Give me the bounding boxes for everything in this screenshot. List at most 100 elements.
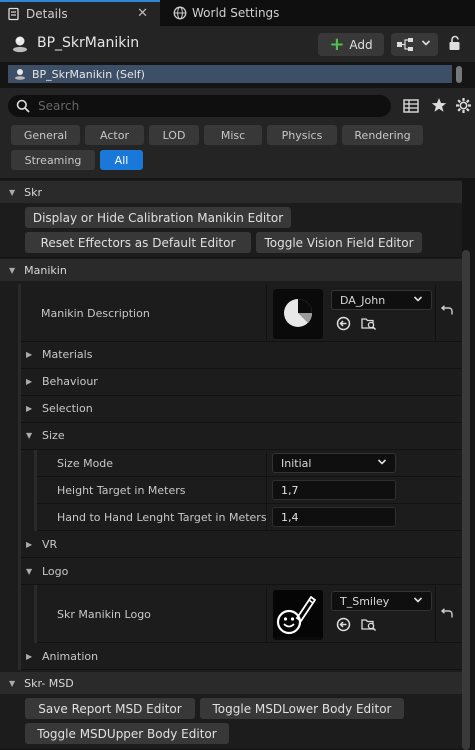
property-label: Hand to Hand Lenght Target in Meters — [57, 511, 267, 524]
column-divider — [435, 586, 436, 643]
add-button[interactable]: + Add — [318, 33, 384, 56]
expanded-arrow-icon: ▼ — [26, 567, 33, 576]
asset-picker-combo[interactable]: DA_John — [331, 290, 432, 310]
tab-details[interactable]: Details ✕ — [0, 0, 160, 26]
column-divider[interactable] — [266, 284, 267, 342]
filter-general[interactable]: General — [11, 125, 80, 145]
property-row — [21, 424, 462, 450]
column-divider[interactable] — [266, 586, 267, 643]
chevron-down-icon — [421, 38, 431, 51]
reset-effectors-button[interactable]: Reset Effectors as Default Editor — [25, 232, 251, 253]
category-animation[interactable]: ▶ Animation — [26, 650, 98, 663]
collapsed-arrow-icon: ▶ — [26, 350, 33, 359]
globe-icon — [173, 6, 187, 20]
category-label: Size — [42, 429, 65, 442]
reset-to-default-icon[interactable] — [440, 608, 453, 623]
table-view-icon[interactable] — [403, 98, 419, 117]
collapsed-arrow-icon: ▶ — [26, 404, 33, 413]
filter-all[interactable]: All — [100, 150, 143, 170]
expanded-arrow-icon: ▼ — [9, 265, 16, 275]
property-row — [21, 559, 462, 585]
column-divider — [435, 284, 436, 342]
property-label: Manikin Description — [41, 307, 150, 320]
search-input[interactable]: Search — [8, 95, 391, 117]
panel-scrollbar[interactable] — [462, 250, 470, 750]
filter-misc[interactable]: Misc — [204, 125, 262, 145]
display-calibration-manikin-button[interactable]: Display or Hide Calibration Manikin Edit… — [25, 207, 291, 228]
size-mode-value: Initial — [281, 456, 312, 470]
tab-world-settings[interactable]: World Settings — [166, 0, 306, 26]
chevron-down-icon — [377, 457, 387, 470]
asset-thumbnail[interactable] — [273, 590, 323, 640]
tree-scrollbar[interactable] — [456, 66, 462, 83]
category-manikin[interactable]: ▼ Manikin — [0, 259, 462, 281]
toggle-msd-upper-body-button[interactable]: Toggle MSDUpper Body Editor — [25, 723, 229, 744]
category-skr-msd[interactable]: ▼ Skr- MSD — [0, 672, 462, 694]
page-title: BP_SkrManikin — [37, 35, 140, 51]
chevron-down-icon — [413, 294, 423, 307]
category-label: Materials — [42, 348, 93, 361]
chevron-down-icon — [413, 595, 423, 608]
collapsed-arrow-icon: ▶ — [26, 652, 33, 661]
height-target-field[interactable]: 1,7 — [272, 480, 396, 500]
tab-details-label: Details — [26, 7, 68, 21]
category-title: Skr- MSD — [24, 676, 74, 690]
asset-thumbnail[interactable] — [273, 289, 323, 339]
collapsed-arrow-icon: ▶ — [26, 540, 33, 549]
category-label: Selection — [42, 402, 93, 415]
asset-picker-value: T_Smiley — [340, 594, 390, 608]
component-tree-root[interactable]: BP_SkrManikin (Self) — [8, 65, 452, 83]
property-label: Skr Manikin Logo — [57, 608, 151, 621]
filter-rendering[interactable]: Rendering — [342, 125, 423, 145]
toggle-vision-field-button[interactable]: Toggle Vision Field Editor — [256, 232, 422, 253]
category-title: Manikin — [24, 263, 67, 277]
category-label: VR — [42, 538, 58, 551]
category-label: Animation — [42, 650, 99, 663]
save-report-msd-button[interactable]: Save Report MSD Editor — [25, 698, 195, 719]
tab-world-settings-label: World Settings — [192, 6, 280, 20]
gear-icon[interactable] — [455, 97, 472, 117]
category-materials[interactable]: ▶ Materials — [26, 348, 92, 361]
close-icon[interactable]: ✕ — [137, 6, 148, 21]
browse-asset-icon[interactable] — [361, 617, 377, 635]
property-label: Height Target in Meters — [57, 484, 186, 497]
filter-physics[interactable]: Physics — [267, 125, 337, 145]
expanded-arrow-icon: ▼ — [26, 431, 33, 440]
size-mode-combo[interactable]: Initial — [272, 453, 396, 473]
blueprint-button[interactable] — [391, 33, 438, 56]
star-icon[interactable] — [431, 97, 447, 116]
use-selected-icon[interactable] — [336, 617, 351, 635]
actor-icon — [11, 35, 29, 56]
asset-picker-combo[interactable]: T_Smiley — [331, 591, 432, 611]
category-label: Behaviour — [42, 375, 98, 388]
property-label: Size Mode — [57, 457, 114, 470]
collapsed-arrow-icon: ▶ — [26, 377, 33, 386]
lock-icon[interactable] — [448, 35, 463, 54]
column-divider[interactable] — [266, 451, 267, 531]
component-label: BP_SkrManikin (Self) — [32, 67, 145, 81]
category-label: Logo — [42, 565, 69, 578]
search-placeholder: Search — [38, 99, 80, 113]
category-size[interactable]: ▼ Size — [26, 429, 65, 442]
actor-icon — [14, 68, 26, 80]
smiley-texture-icon — [273, 590, 323, 637]
use-selected-icon[interactable] — [336, 316, 351, 334]
category-skr[interactable]: ▼ Skr — [0, 181, 462, 203]
search-icon — [16, 99, 30, 113]
plus-icon: + — [329, 33, 345, 55]
hand-target-field[interactable]: 1,4 — [272, 507, 396, 527]
category-vr[interactable]: ▶ VR — [26, 538, 57, 551]
data-asset-icon — [284, 299, 313, 327]
details-icon — [7, 7, 21, 21]
filter-actor[interactable]: Actor — [85, 125, 144, 145]
category-logo[interactable]: ▼ Logo — [26, 565, 68, 578]
toggle-msd-lower-body-button[interactable]: Toggle MSDLower Body Editor — [200, 698, 404, 719]
browse-asset-icon[interactable] — [361, 316, 377, 334]
category-selection[interactable]: ▶ Selection — [26, 402, 93, 415]
filter-lod[interactable]: LOD — [149, 125, 199, 145]
expanded-arrow-icon: ▼ — [9, 678, 16, 688]
blueprint-hierarchy-icon — [397, 38, 415, 54]
reset-to-default-icon[interactable] — [440, 305, 453, 320]
category-behaviour[interactable]: ▶ Behaviour — [26, 375, 98, 388]
filter-streaming[interactable]: Streaming — [11, 150, 95, 170]
